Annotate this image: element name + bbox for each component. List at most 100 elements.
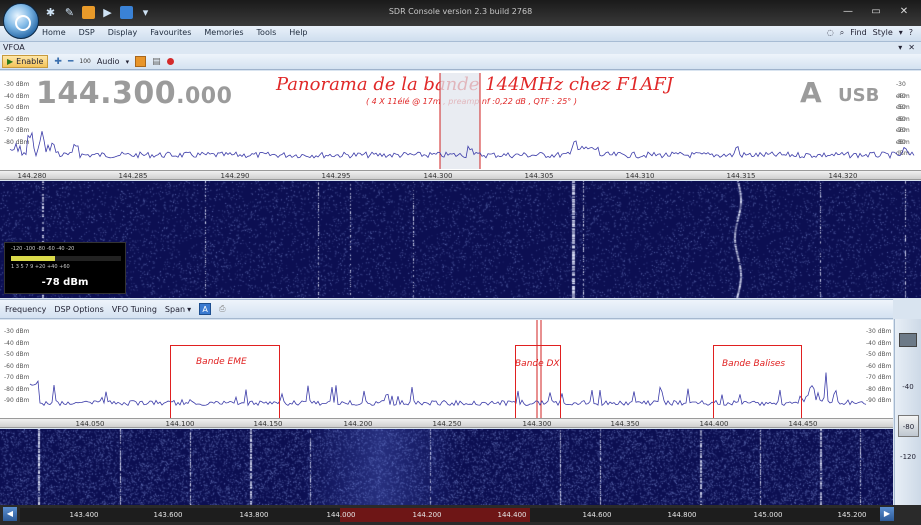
s-meter-value: -78 dBm: [41, 277, 89, 288]
axis-tick-label: 144.450: [788, 420, 818, 428]
tab-tools[interactable]: Tools: [257, 28, 290, 37]
axis-tick-label: 144.300: [522, 420, 552, 428]
lower-waterfall[interactable]: [0, 429, 893, 505]
axis-tick-label: 144.800: [667, 511, 697, 519]
zoom-in-icon[interactable]: ✚: [54, 57, 62, 67]
top-dbm-scale-left: -30 dBm -40 dBm -50 dBm -60 dBm -70 dBm …: [4, 79, 29, 148]
search-icon[interactable]: ⌕: [840, 28, 844, 38]
axis-tick-label: 144.305: [524, 172, 554, 180]
audio-dropdown[interactable]: Audio: [97, 57, 120, 66]
vfo-tuning-tab[interactable]: VFO Tuning: [112, 305, 157, 314]
enable-label: Enable: [16, 57, 44, 66]
panorama-title: Panorama de la bande 144MHz chez F1AFJ: [276, 74, 674, 95]
axis-tick-label: 144.600: [582, 511, 612, 519]
tab-memories[interactable]: Memories: [204, 28, 256, 37]
frequency-display[interactable]: 144.300.000: [36, 76, 232, 111]
dbm-tick: -30 dBm: [4, 81, 30, 88]
right-level-column: -40 -80 -120: [894, 319, 921, 505]
maximize-button[interactable]: ▭: [863, 4, 889, 20]
chevron-down-icon[interactable]: ▾: [899, 28, 903, 38]
top-waterfall[interactable]: [0, 181, 921, 298]
lower-waterfall-canvas: [0, 429, 893, 505]
panorama-subtitle: ( 4 X 11élé @ 17m , preamp nf :0,22 dB ,…: [366, 97, 577, 106]
beacon-band-label: Bande Balises: [722, 359, 786, 369]
minimize-button[interactable]: —: [835, 4, 861, 20]
dbm-tick: -60 dBm: [4, 115, 30, 123]
axis-tick-label: 144.350: [610, 420, 640, 428]
lower-frequency-axis[interactable]: 144.050 144.100 144.150 144.200 144.250 …: [0, 418, 893, 428]
level-slider[interactable]: -80: [898, 415, 919, 437]
s-meter-s-scale: 1 3 5 7 9 +20 +40 +60: [11, 264, 70, 270]
enable-button[interactable]: ▶ Enable: [2, 55, 49, 68]
lower-toolbar: Frequency DSP Options VFO Tuning Span ▾ …: [0, 299, 893, 319]
print-icon[interactable]: ⎙: [219, 304, 225, 314]
tab-display[interactable]: Display: [108, 28, 151, 37]
top-frequency-axis[interactable]: 144.280 144.285 144.290 144.295 144.300 …: [0, 170, 921, 180]
dsp-options-tab[interactable]: DSP Options: [54, 305, 103, 314]
dbm-tick: -40 dBm: [4, 339, 30, 347]
tab-dsp[interactable]: DSP: [79, 28, 108, 37]
dbm-tick: -60 dBm: [4, 362, 30, 370]
vfo-header: VFOA ▾ ✕: [0, 42, 921, 54]
axis-tick-label: 144.400: [699, 420, 729, 428]
speaker-icon[interactable]: [135, 56, 147, 67]
s-meter: -120 -100 -80 -60 -40 -20 1 3 5 7 9 +20 …: [4, 242, 126, 294]
dbm-tick: -50 dBm: [4, 351, 30, 358]
scroll-right-button[interactable]: ▶: [880, 507, 894, 521]
axis-tick-label: 145.200: [837, 511, 867, 519]
tab-help[interactable]: Help: [289, 28, 320, 37]
axis-tick-label: 144.290: [220, 172, 250, 180]
dbm-tick: -50 dBm: [866, 351, 892, 358]
span-dropdown[interactable]: Span: [165, 305, 185, 314]
frequency-main: 144.300: [36, 76, 177, 111]
dbm-tick: -50 dBm: [4, 104, 30, 111]
eme-band-label: Bande EME: [196, 357, 247, 367]
window-title: SDR Console version 2.3 build 2768: [388, 7, 533, 16]
dbm-tick: -90 dBm: [4, 397, 30, 404]
top-waterfall-canvas: [0, 181, 921, 298]
mode-indicator[interactable]: USB: [838, 85, 879, 106]
zoom-level[interactable]: 100: [79, 58, 90, 65]
axis-tick-label: 143.800: [239, 511, 269, 519]
close-button[interactable]: ✕: [891, 4, 917, 20]
window-controls: — ▭ ✕: [835, 4, 917, 20]
title-bar: ✱ ✎ ▶ ▾ SDR Console version 2.3 build 27…: [0, 0, 921, 39]
dbm-tick: -80 dBm: [866, 385, 892, 393]
spectrum-settings-icon[interactable]: [899, 333, 917, 347]
frequency-tab[interactable]: Frequency: [5, 305, 46, 314]
axis-tick-label: 144.295: [321, 172, 351, 180]
dbm-tick: -30 dBm: [896, 81, 910, 100]
play-icon: ▶: [7, 57, 14, 66]
axis-tick-label: 144.315: [726, 172, 756, 180]
axis-tick-label: 144.150: [253, 420, 283, 428]
close-icon[interactable]: ✕: [908, 42, 915, 54]
app-menu-orb-icon[interactable]: [3, 3, 39, 39]
a-button[interactable]: A: [199, 303, 212, 315]
level-label: -120: [900, 453, 916, 461]
chevron-down-icon[interactable]: ▾: [187, 305, 191, 314]
microphone-icon[interactable]: ◌: [827, 28, 834, 38]
chevron-down-icon[interactable]: ▾: [126, 58, 130, 66]
tab-home[interactable]: Home: [42, 28, 79, 37]
axis-tick-label: 144.400: [497, 511, 527, 519]
dbm-tick: -80 dBm: [4, 385, 30, 393]
find-button[interactable]: Find: [850, 28, 866, 38]
lower-dbm-scale-right: -30 dBm -40 dBm -50 dBm -60 dBm -70 dBm …: [866, 326, 891, 407]
zoom-out-icon[interactable]: ━: [68, 57, 73, 67]
scroll-left-button[interactable]: ◀: [3, 507, 17, 521]
vfo-label: VFOA: [3, 43, 25, 52]
axis-tick-label: 143.600: [153, 511, 183, 519]
pin-icon[interactable]: ▾: [898, 42, 902, 54]
axis-tick-label: 144.300: [423, 172, 453, 180]
s-meter-dbm-scale: -120 -100 -80 -60 -40 -20: [11, 246, 75, 252]
dbm-tick: -40 dBm: [866, 339, 892, 347]
axis-tick-label: 144.250: [432, 420, 462, 428]
settings-icon[interactable]: ▤: [152, 57, 161, 67]
help-icon[interactable]: ?: [909, 28, 913, 38]
bottom-frequency-scroller[interactable]: ◀ ▶ 143.400 143.600 143.800 144.000 144.…: [0, 505, 921, 525]
style-menu[interactable]: Style: [873, 28, 893, 38]
record-icon[interactable]: [166, 58, 174, 65]
axis-tick-label: 145.000: [753, 511, 783, 519]
axis-tick-label: 144.200: [343, 420, 373, 428]
tab-favourites[interactable]: Favourites: [150, 28, 204, 37]
